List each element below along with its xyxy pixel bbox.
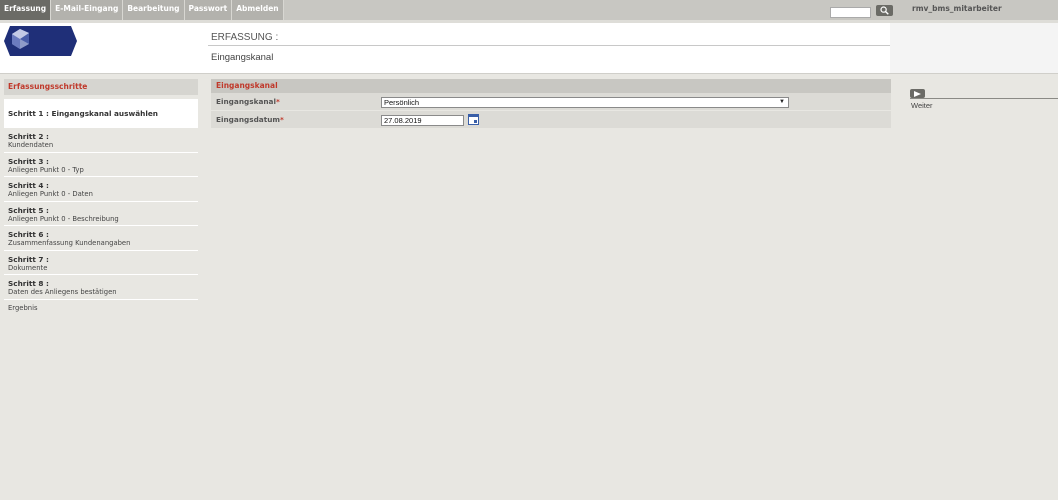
step-3[interactable]: Schritt 3 : Anliegen Punkt 0 - Typ [4,153,198,177]
step-title: Schritt 5 : [8,205,49,215]
channel-select-value: Persönlich [384,98,420,107]
step-title: Schritt 8 : [8,279,49,288]
step-7[interactable]: Schritt 7 : Dokumente [4,251,198,275]
current-user: rmv_bms_mitarbeiter [912,4,1002,13]
form-row-channel: Eingangskanal* Persönlich ▼ [211,93,891,111]
next-label[interactable]: Weiter [911,101,933,110]
step-5[interactable]: Schritt 5 : Anliegen Punkt 0 - Beschreib… [4,202,198,226]
page-subtitle: Eingangskanal [211,52,274,63]
step-6[interactable]: Schritt 6 : Zusammenfassung Kundenangabe… [4,226,198,251]
company-logo [4,26,77,56]
channel-label: Eingangskanal* [216,97,280,106]
header-divider [0,73,1058,74]
step-2[interactable]: Schritt 2 : Kundendaten [4,128,198,153]
step-title: Schritt 4 : [8,181,49,190]
search-button[interactable] [876,5,893,16]
channel-label-text: Eingangskanal [216,97,276,106]
date-label: Eingangsdatum* [216,115,284,124]
main-nav: Erfassung E-Mail-Eingang Bearbeitung Pas… [0,0,284,20]
step-desc: Daten des Anliegens bestätigen [8,288,117,296]
steps-list: Schritt 1 : Eingangskanal auswählen Schr… [4,99,198,300]
form-panel: Eingangskanal Eingangskanal* Persönlich … [211,79,891,129]
step-8[interactable]: Schritt 8 : Daten des Anliegens bestätig… [4,275,198,300]
step-title: Schritt 6 : [8,230,49,239]
step-desc: Anliegen Punkt 0 - Beschreibung [8,214,119,223]
calendar-icon[interactable] [468,114,479,125]
tab-email-eingang[interactable]: E-Mail-Eingang [51,0,124,20]
magnifier-icon [880,6,889,15]
next-divider [910,98,1058,99]
step-desc: Dokumente [8,263,48,272]
step-title: Schritt 2 : [8,132,49,141]
page-header: ERFASSUNG : Eingangskanal [0,23,1058,73]
header-right-area [890,23,1058,73]
step-title: Schritt 1 : Eingangskanal auswählen [8,109,158,118]
tab-abmelden[interactable]: Abmelden [232,0,284,20]
chevron-down-icon: ▼ [779,99,785,105]
step-desc: Anliegen Punkt 0 - Daten [8,190,93,198]
top-navigation-bar: Erfassung E-Mail-Eingang Bearbeitung Pas… [0,0,1058,20]
title-divider [208,45,890,46]
step-title: Schritt 7 : [8,254,49,264]
tab-bearbeitung[interactable]: Bearbeitung [123,0,185,20]
step-result[interactable]: Ergebnis [4,300,198,316]
form-row-date: Eingangsdatum* 27.08.2019 [211,111,891,129]
search-input[interactable] [830,7,871,18]
step-desc: Anliegen Punkt 0 - Typ [8,165,84,174]
next-button[interactable] [910,89,925,98]
play-icon [914,90,921,97]
step-title: Schritt 3 : [8,156,49,166]
step-4[interactable]: Schritt 4 : Anliegen Punkt 0 - Daten [4,177,198,202]
tab-erfassung[interactable]: Erfassung [0,0,52,20]
channel-select[interactable]: Persönlich ▼ [381,97,789,108]
step-desc: Kundendaten [8,141,54,149]
tab-passwort[interactable]: Passwort [184,0,233,20]
step-desc: Zusammenfassung Kundenangaben [8,239,131,247]
page-title: ERFASSUNG : [211,32,279,43]
next-action[interactable] [910,89,925,98]
date-label-text: Eingangsdatum [216,115,281,124]
required-mark: * [276,97,280,106]
date-input[interactable]: 27.08.2019 [381,115,464,126]
form-heading: Eingangskanal [211,79,891,93]
sidebar-heading: Erfassungsschritte [4,79,198,95]
required-mark: * [280,115,284,124]
steps-sidebar: Erfassungsschritte Schritt 1 : Eingangsk… [4,79,198,316]
step-1[interactable]: Schritt 1 : Eingangskanal auswählen [4,99,198,128]
